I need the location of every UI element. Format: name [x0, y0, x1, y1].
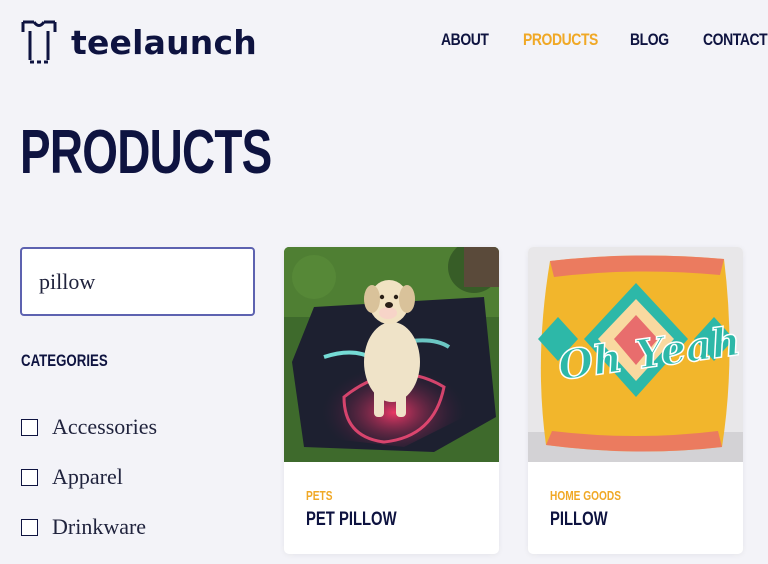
nav-about[interactable]: ABOUT — [441, 30, 489, 50]
product-name[interactable]: PILLOW — [550, 509, 608, 531]
page-title: PRODUCTS — [20, 118, 272, 187]
category-apparel[interactable]: Apparel — [21, 464, 123, 490]
category-checkbox[interactable] — [21, 418, 38, 436]
nav-products[interactable]: PRODUCTS — [523, 30, 598, 50]
oh-yeah-aztec-pillow-image: Oh Yeah — [528, 247, 743, 462]
dog-on-neon-pillow-image — [284, 247, 499, 462]
category-accessories[interactable]: Accessories — [21, 414, 157, 440]
product-category: HOME GOODS — [550, 488, 621, 503]
category-label: Apparel — [52, 464, 123, 489]
categories-heading: CATEGORIES — [21, 351, 108, 370]
product-name[interactable]: PET PILLOW — [306, 509, 397, 531]
product-card-pillow[interactable]: Oh Yeah HOME GOODS PILLOW — [528, 247, 743, 554]
nav-contact[interactable]: CONTACT — [703, 30, 768, 50]
category-label: Accessories — [52, 414, 158, 439]
category-checkbox[interactable] — [21, 468, 38, 486]
nav-blog[interactable]: BLOG — [630, 30, 669, 50]
category-checkbox[interactable] — [21, 518, 38, 536]
product-card-pet-pillow[interactable]: PETS PET PILLOW — [284, 247, 499, 554]
product-category: PETS — [306, 488, 333, 503]
main-nav: ABOUT PRODUCTS BLOG CONTACT — [0, 30, 768, 52]
search-input[interactable] — [20, 247, 255, 316]
category-drinkware[interactable]: Drinkware — [21, 514, 146, 540]
category-label: Drinkware — [52, 514, 147, 539]
